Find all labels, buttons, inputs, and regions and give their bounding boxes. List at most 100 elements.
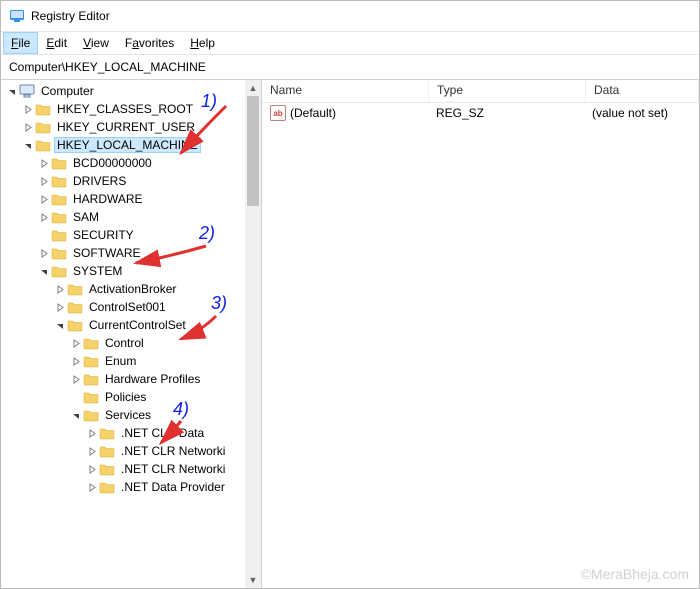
menu-favorites[interactable]: Favorites: [117, 32, 182, 54]
tree-item[interactable]: HKEY_CLASSES_ROOT: [1, 100, 245, 118]
chevron-down-icon[interactable]: [37, 264, 51, 278]
tree-item[interactable]: ActivationBroker: [1, 280, 245, 298]
chevron-right-icon[interactable]: [69, 354, 83, 368]
chevron-right-icon[interactable]: [37, 156, 51, 170]
tree-item[interactable]: .NET CLR Networki: [1, 460, 245, 478]
menu-help[interactable]: Help: [182, 32, 223, 54]
tree-item[interactable]: SAM: [1, 208, 245, 226]
chevron-right-icon[interactable]: [37, 246, 51, 260]
tree-item-label: Control: [102, 336, 147, 350]
chevron-right-icon[interactable]: [53, 300, 67, 314]
address-input[interactable]: [7, 59, 693, 75]
value-type: REG_SZ: [428, 106, 584, 120]
computer-icon: [19, 84, 35, 98]
list-header: Name Type Data: [262, 80, 699, 103]
folder-icon: [51, 174, 67, 188]
folder-icon: [67, 300, 83, 314]
list-pane: Name Type Data ab(Default)REG_SZ(value n…: [262, 80, 699, 588]
chevron-right-icon[interactable]: [37, 210, 51, 224]
menu-edit[interactable]: Edit: [38, 32, 75, 54]
tree-item-label: .NET CLR Data: [118, 426, 207, 440]
addressbar[interactable]: [1, 54, 699, 80]
tree-item-label: Enum: [102, 354, 139, 368]
tree-item[interactable]: BCD00000000: [1, 154, 245, 172]
chevron-down-icon[interactable]: [5, 84, 19, 98]
column-header-data[interactable]: Data: [586, 80, 699, 102]
chevron-right-icon[interactable]: [69, 336, 83, 350]
tree-item[interactable]: Enum: [1, 352, 245, 370]
chevron-right-icon[interactable]: [37, 192, 51, 206]
tree-item[interactable]: .NET CLR Data: [1, 424, 245, 442]
list-row[interactable]: ab(Default)REG_SZ(value not set): [262, 103, 699, 123]
menu-file[interactable]: File: [3, 32, 38, 54]
tree-item[interactable]: Computer: [1, 82, 245, 100]
tree-item[interactable]: CurrentControlSet: [1, 316, 245, 334]
tree-item[interactable]: ControlSet001: [1, 298, 245, 316]
scroll-track[interactable]: [245, 96, 261, 572]
tree-item-label: Hardware Profiles: [102, 372, 203, 386]
folder-icon: [51, 156, 67, 170]
menu-view[interactable]: View: [75, 32, 117, 54]
tree-item-label: SECURITY: [70, 228, 137, 242]
menu-label: File: [11, 36, 30, 50]
tree-scrollbar[interactable]: ▲ ▼: [245, 80, 261, 588]
menu-label: Edit: [46, 36, 67, 50]
tree-item-label: HKEY_CURRENT_USER: [54, 120, 198, 134]
tree-view[interactable]: ComputerHKEY_CLASSES_ROOT HKEY_CURRENT_US…: [1, 80, 245, 588]
tree-item[interactable]: Control: [1, 334, 245, 352]
menubar: File Edit View FavoritesHelp: [1, 32, 699, 54]
tree-item[interactable]: .NET Data Provider: [1, 478, 245, 496]
folder-icon: [83, 336, 99, 350]
tree-item-label: Services: [102, 408, 154, 422]
list-body[interactable]: ab(Default)REG_SZ(value not set): [262, 103, 699, 588]
tree-item-label: CurrentControlSet: [86, 318, 189, 332]
tree-item-label: ControlSet001: [86, 300, 169, 314]
chevron-down-icon[interactable]: [69, 408, 83, 422]
chevron-right-icon[interactable]: [53, 282, 67, 296]
column-header-name[interactable]: Name: [262, 80, 429, 102]
chevron-down-icon[interactable]: [21, 138, 35, 152]
chevron-right-icon[interactable]: [85, 444, 99, 458]
tree-item[interactable]: Services: [1, 406, 245, 424]
chevron-down-icon[interactable]: [53, 318, 67, 332]
tree-item-label: SAM: [70, 210, 102, 224]
tree-item[interactable]: Hardware Profiles: [1, 370, 245, 388]
tree-item[interactable]: HARDWARE: [1, 190, 245, 208]
folder-icon: [99, 480, 115, 494]
scroll-thumb[interactable]: [247, 96, 259, 206]
tree-item-label: .NET Data Provider: [118, 480, 228, 494]
tree-item[interactable]: HKEY_LOCAL_MACHINE: [1, 136, 245, 154]
folder-icon: [83, 372, 99, 386]
folder-icon: [51, 264, 67, 278]
tree-item[interactable]: SOFTWARE: [1, 244, 245, 262]
scroll-up-arrow-icon[interactable]: ▲: [245, 80, 261, 96]
chevron-right-icon[interactable]: [69, 372, 83, 386]
chevron-right-icon[interactable]: [37, 174, 51, 188]
scroll-down-arrow-icon[interactable]: ▼: [245, 572, 261, 588]
tree-item-label: SOFTWARE: [70, 246, 144, 260]
menu-label: View: [83, 36, 109, 50]
column-header-type[interactable]: Type: [429, 80, 586, 102]
registry-editor-window: Registry Editor File Edit View FavoritesHel…: [0, 0, 700, 589]
tree-item[interactable]: SECURITY: [1, 226, 245, 244]
tree-item[interactable]: SYSTEM: [1, 262, 245, 280]
tree-item-label: .NET CLR Networki: [118, 462, 228, 476]
chevron-right-icon[interactable]: [21, 120, 35, 134]
tree-item[interactable]: HKEY_CURRENT_USER: [1, 118, 245, 136]
folder-icon: [83, 354, 99, 368]
tree-item[interactable]: .NET CLR Networki: [1, 442, 245, 460]
expander-none: [37, 228, 51, 242]
tree-item-label: .NET CLR Networki: [118, 444, 228, 458]
folder-icon: [99, 462, 115, 476]
folder-icon: [67, 282, 83, 296]
folder-icon: [51, 210, 67, 224]
tree-item[interactable]: DRIVERS: [1, 172, 245, 190]
chevron-right-icon[interactable]: [85, 462, 99, 476]
chevron-right-icon[interactable]: [85, 426, 99, 440]
chevron-right-icon[interactable]: [21, 102, 35, 116]
chevron-right-icon[interactable]: [85, 480, 99, 494]
tree-item-label: ActivationBroker: [86, 282, 179, 296]
value-data: (value not set): [584, 106, 699, 120]
tree-item[interactable]: Policies: [1, 388, 245, 406]
titlebar: Registry Editor: [1, 1, 699, 32]
